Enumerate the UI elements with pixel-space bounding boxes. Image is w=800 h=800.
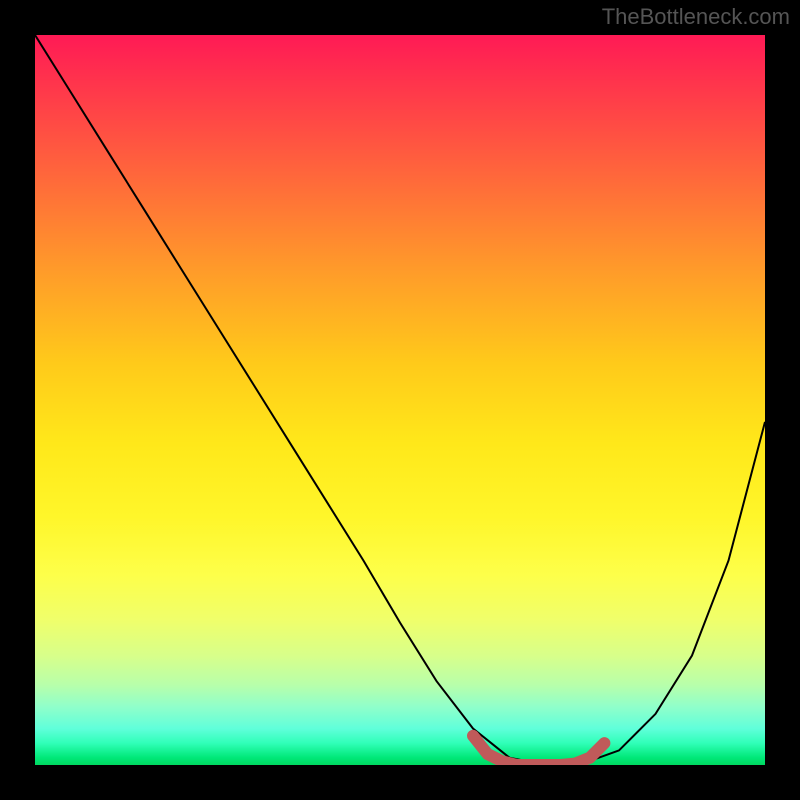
chart-plot-area — [35, 35, 765, 765]
attribution-text: TheBottleneck.com — [602, 4, 790, 30]
bottleneck-curve-path — [35, 35, 765, 765]
optimal-range-path — [473, 736, 604, 765]
chart-svg — [35, 35, 765, 765]
